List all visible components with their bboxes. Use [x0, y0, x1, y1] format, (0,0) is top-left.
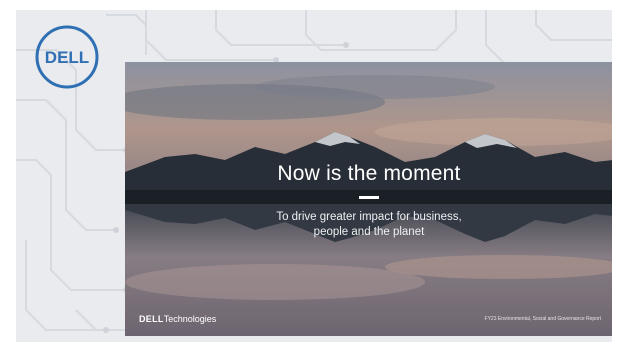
headline-divider [359, 196, 379, 199]
footer-brand-rest: Technologies [163, 314, 217, 324]
hero-slide: Now is the moment To drive greater impac… [125, 62, 612, 336]
slide-subtitle: To drive greater impact for business, pe… [125, 210, 612, 240]
background-panel: DELL Now is the moment To drive greater … [16, 10, 612, 342]
subtitle-line-1: To drive greater impact for business, [276, 211, 462, 223]
slide-headline: Now is the moment [277, 162, 461, 185]
dell-logo-text: DELL [45, 48, 89, 67]
footer-brand-bold: DELL [139, 314, 164, 324]
dell-logo: DELL [35, 25, 99, 89]
dell-technologies-logo: DELLTechnologies [139, 314, 216, 324]
subtitle-line-2: people and the planet [313, 226, 425, 238]
report-caption: FY23 Environmental, Social and Governanc… [484, 316, 601, 322]
mountain-lake-scene [125, 62, 612, 336]
